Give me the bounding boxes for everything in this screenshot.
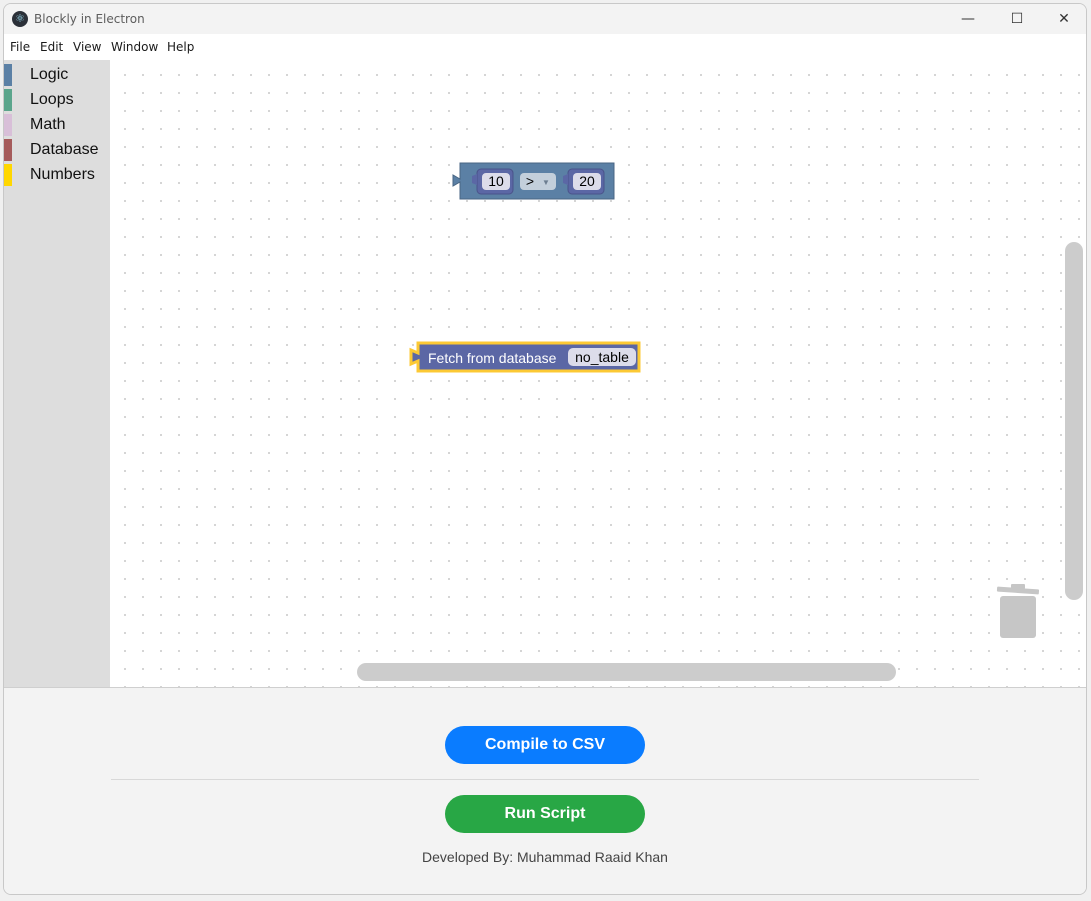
category-color-swatch xyxy=(4,114,12,136)
menu-bar: File Edit View Window Help xyxy=(4,34,1086,60)
fetch-database-block[interactable]: Fetch from database no_table xyxy=(406,340,644,376)
left-number-text: 10 xyxy=(488,173,504,189)
toolbox-category-loops[interactable]: Loops xyxy=(4,89,110,111)
toolbox-category-numbers[interactable]: Numbers xyxy=(4,164,110,186)
blockly-workspace[interactable]: Logic Loops Math Database Numbers 10 > ▼… xyxy=(4,60,1086,687)
horizontal-scrollbar[interactable] xyxy=(357,663,896,681)
dropdown-arrow-icon: ▼ xyxy=(542,178,550,187)
menu-window[interactable]: Window xyxy=(111,40,158,54)
category-color-swatch xyxy=(4,64,12,86)
category-label: Loops xyxy=(30,91,74,108)
run-script-button[interactable]: Run Script xyxy=(445,795,645,833)
close-button[interactable]: ✕ xyxy=(1041,4,1086,34)
category-label: Numbers xyxy=(30,166,95,183)
category-color-swatch xyxy=(4,139,12,161)
minimize-button[interactable]: — xyxy=(945,4,991,34)
menu-help[interactable]: Help xyxy=(167,40,194,54)
electron-logo-icon: ⚛ xyxy=(12,11,28,27)
window-title: Blockly in Electron xyxy=(34,12,145,26)
category-label: Math xyxy=(30,116,66,133)
fetch-block-label: Fetch from database xyxy=(428,350,557,366)
category-color-swatch xyxy=(4,164,12,186)
table-name-text: no_table xyxy=(575,349,629,365)
title-bar: ⚛ Blockly in Electron — ☐ ✕ xyxy=(4,4,1086,34)
maximize-button[interactable]: ☐ xyxy=(994,4,1040,34)
divider xyxy=(111,779,979,780)
menu-file[interactable]: File xyxy=(10,40,30,54)
compare-block[interactable]: 10 > ▼ 20 xyxy=(450,162,620,204)
toolbox-category-database[interactable]: Database xyxy=(4,139,110,161)
trash-can-icon[interactable] xyxy=(996,582,1042,644)
category-color-swatch xyxy=(4,89,12,111)
compile-to-csv-button[interactable]: Compile to CSV xyxy=(445,726,645,764)
app-window: ⚛ Blockly in Electron — ☐ ✕ File Edit Vi… xyxy=(3,3,1087,895)
menu-view[interactable]: View xyxy=(73,40,101,54)
operator-text: > xyxy=(526,173,534,189)
category-label: Database xyxy=(30,141,99,158)
action-panel: Compile to CSV Run Script Developed By: … xyxy=(4,687,1086,894)
developer-credit: Developed By: Muhammad Raaid Khan xyxy=(422,849,668,865)
category-label: Logic xyxy=(30,66,69,83)
toolbox: Logic Loops Math Database Numbers xyxy=(4,60,110,687)
toolbox-category-math[interactable]: Math xyxy=(4,114,110,136)
toolbox-category-logic[interactable]: Logic xyxy=(4,64,110,86)
vertical-scrollbar[interactable] xyxy=(1065,242,1083,600)
menu-edit[interactable]: Edit xyxy=(40,40,63,54)
right-number-text: 20 xyxy=(579,173,595,189)
